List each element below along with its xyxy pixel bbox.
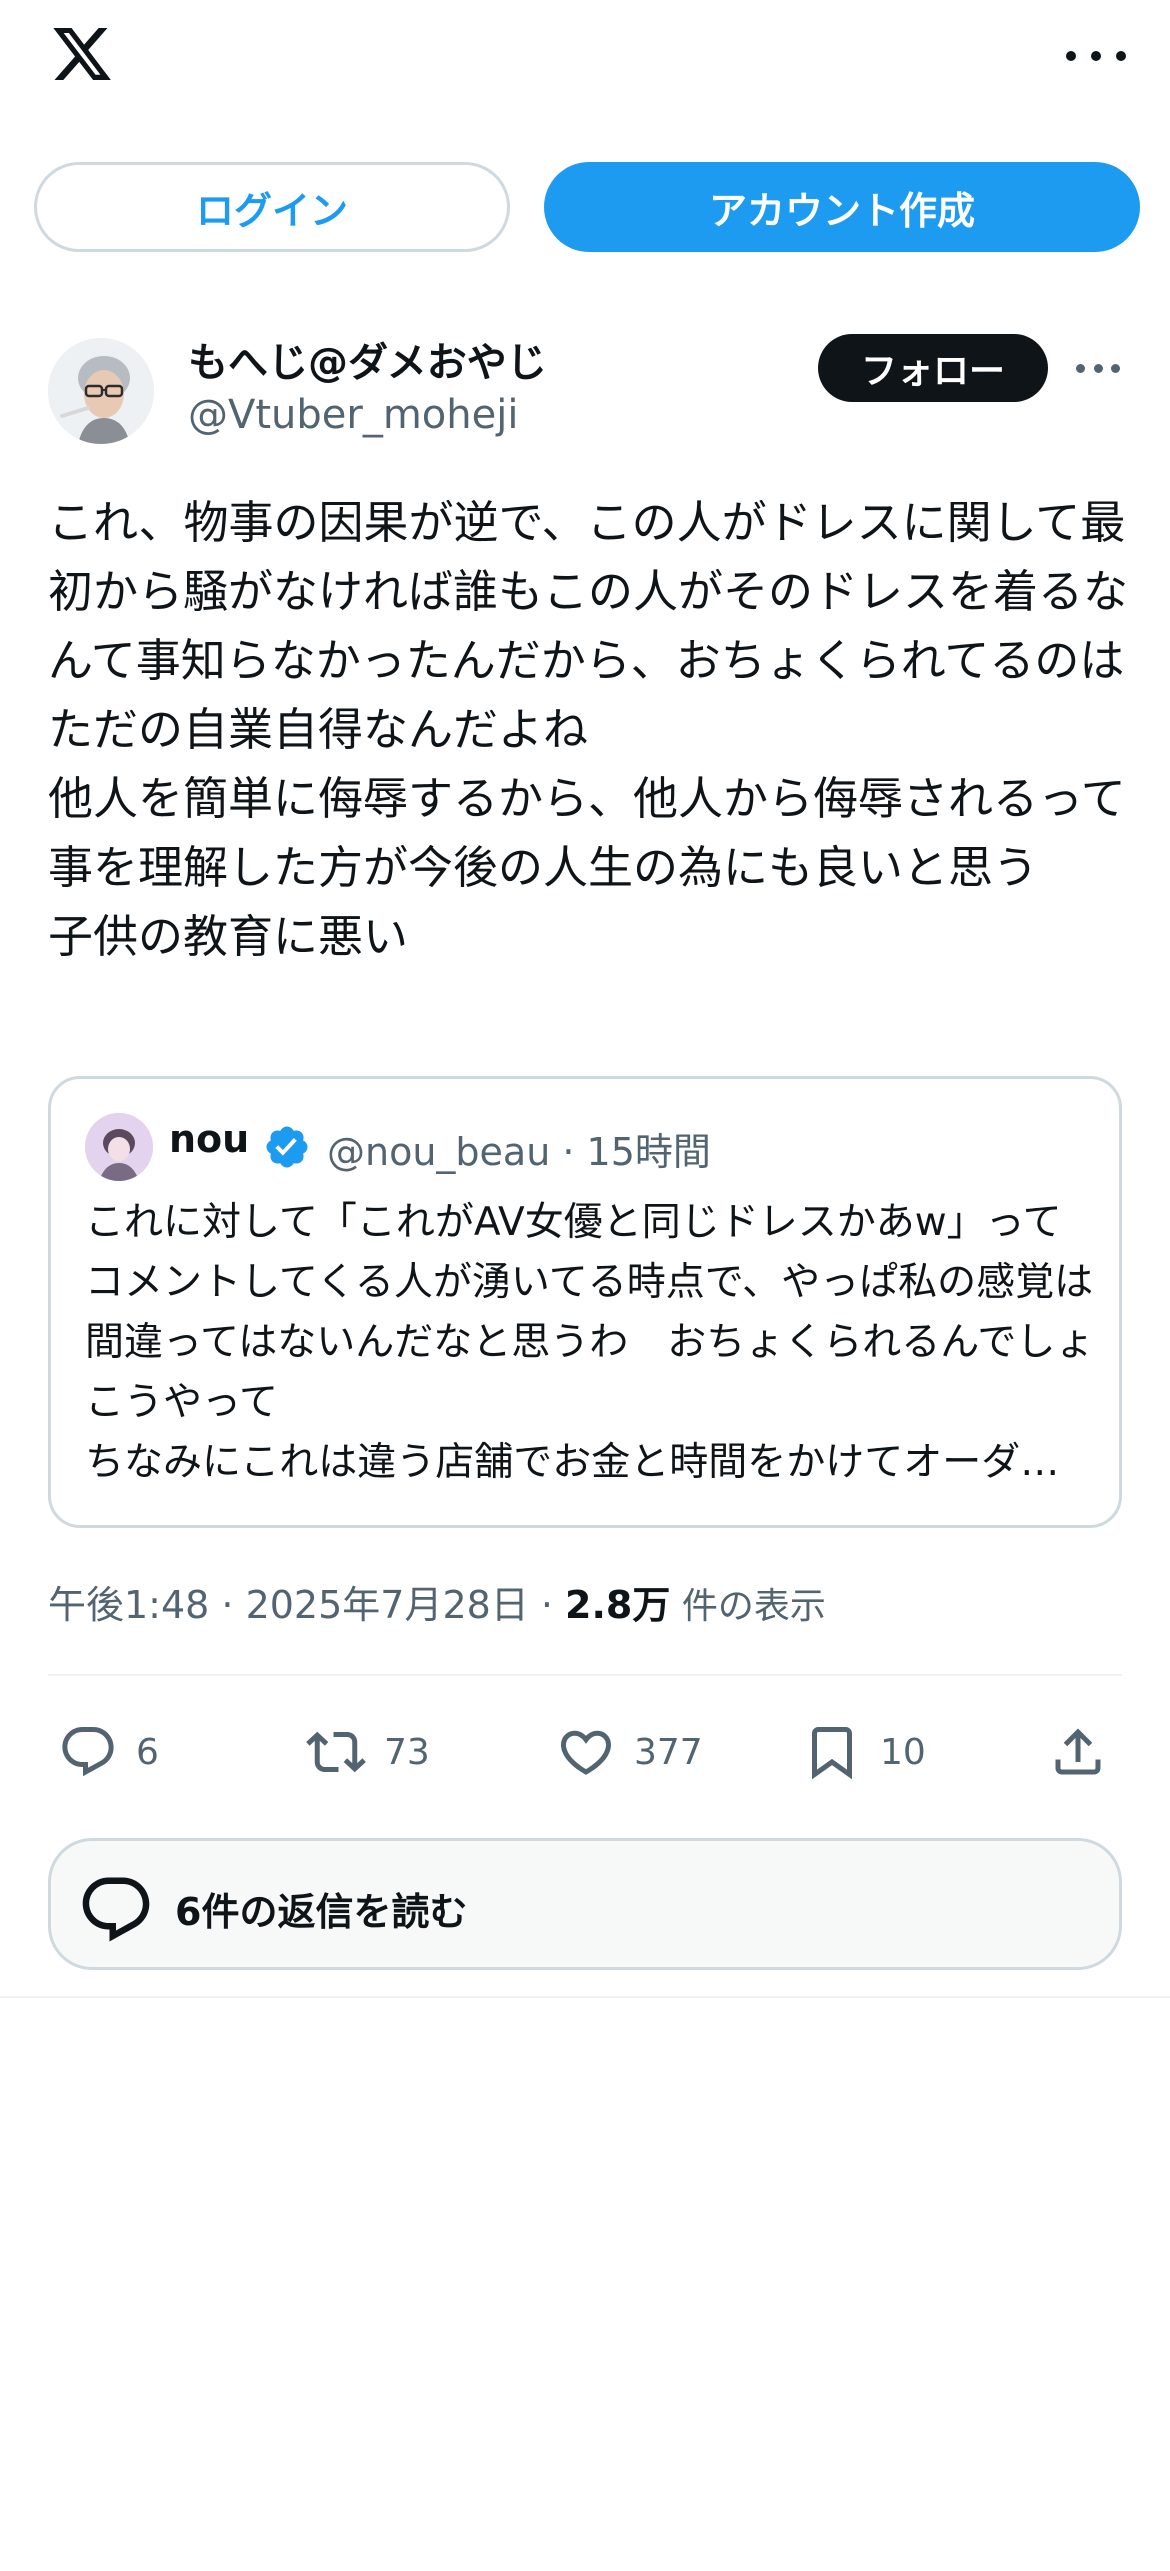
share-button[interactable] (1048, 1712, 1108, 1792)
quoted-text-truncated: ちなみにこれは違う店舗でお金と時間をかけてオーダーメイドしたドレスです (85, 1440, 1095, 1485)
bookmark-icon (812, 1727, 852, 1780)
reply-button[interactable]: 6 (58, 1712, 159, 1792)
post-timestamp[interactable]: 午後1:48 · 2025年7月28日 · (48, 1583, 565, 1627)
retweet-button[interactable]: 73 (306, 1712, 430, 1792)
like-button[interactable]: 377 (556, 1712, 703, 1792)
quoted-text-body: これに対して「これがAV女優と同じドレスかあw」ってコメントしてくる人が湧いてる… (85, 1200, 1095, 1425)
views-label: 件の表示 (670, 1586, 826, 1627)
top-bar (0, 0, 1170, 120)
retweet-count: 73 (384, 1731, 430, 1773)
quoted-avatar[interactable] (85, 1113, 153, 1181)
reply-bubble-icon (82, 1877, 150, 1942)
verified-badge-icon (266, 1126, 308, 1168)
quoted-text: これに対して「これがAV女優と同じドレスかあw」ってコメントしてくる人が湧いてる… (85, 1193, 1095, 1493)
create-account-button[interactable]: アカウント作成 (544, 162, 1140, 252)
quoted-display-name: nou (169, 1117, 250, 1161)
heart-icon (560, 1730, 612, 1775)
login-button[interactable]: ログイン (34, 162, 510, 252)
share-icon (1055, 1728, 1101, 1775)
action-bar: 6 73 377 10 (48, 1712, 1122, 1792)
read-replies-label: 6件の返信を読む (175, 1890, 468, 1934)
author-handle[interactable]: @Vtuber_moheji (188, 392, 518, 438)
divider (48, 1674, 1122, 1676)
post-more-icon[interactable] (1076, 360, 1120, 376)
x-logo-icon[interactable] (48, 22, 116, 86)
post-text: これ、物事の因果が逆で、この人がドレスに関して最初から騒がなければ誰もこの人がそ… (48, 496, 1129, 963)
views-count: 2.8万 (565, 1583, 671, 1627)
avatar[interactable] (48, 338, 154, 444)
reply-icon (62, 1727, 114, 1777)
follow-button[interactable]: フォロー (818, 334, 1048, 402)
more-options-icon[interactable] (1066, 38, 1126, 74)
bookmark-count: 10 (880, 1731, 926, 1773)
bookmark-button[interactable]: 10 (802, 1712, 926, 1792)
read-replies-button[interactable]: 6件の返信を読む (48, 1838, 1122, 1970)
quoted-post[interactable]: nou @nou_beau · 15時間 これに対して「これがAV女優と同じドレ… (48, 1076, 1122, 1528)
author-display-name[interactable]: もへじ@ダメおやじ (188, 330, 547, 388)
like-count: 377 (634, 1731, 703, 1773)
divider-bottom (0, 1996, 1170, 1998)
reply-count: 6 (136, 1731, 159, 1773)
post-meta: 午後1:48 · 2025年7月28日 · 2.8万 件の表示 (48, 1574, 826, 1629)
quoted-handle-time: @nou_beau · 15時間 (327, 1130, 711, 1174)
retweet-icon (306, 1731, 366, 1773)
